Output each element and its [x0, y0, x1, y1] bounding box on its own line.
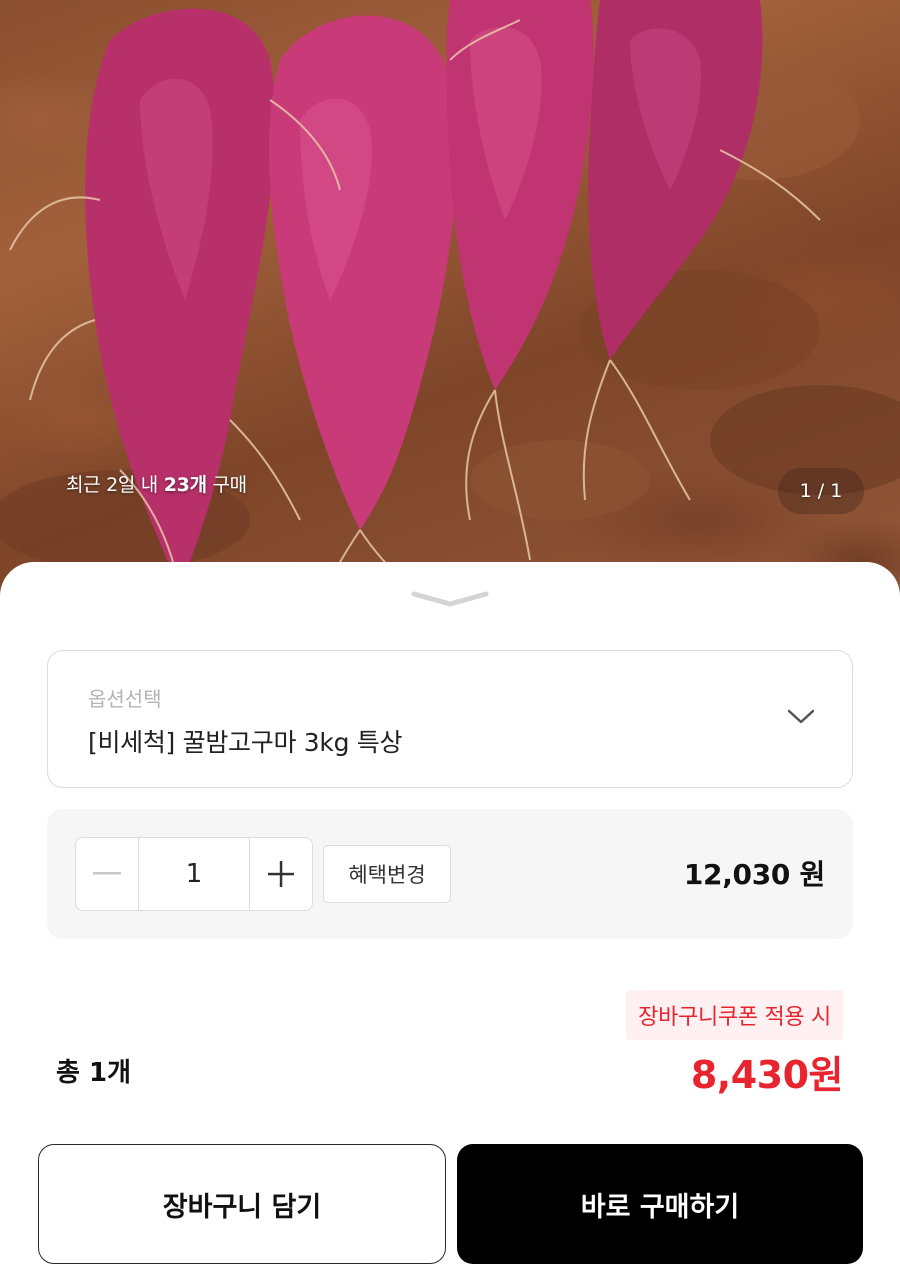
chevron-down-icon — [411, 591, 489, 607]
minus-icon — [93, 872, 121, 875]
change-benefit-button[interactable]: 혜택변경 — [323, 845, 451, 903]
image-page-indicator: 1 / 1 — [778, 468, 864, 514]
recent-purchase-count: 23개 — [163, 474, 207, 496]
quantity-value[interactable]: 1 — [138, 838, 250, 910]
line-item-price: 12,030 원 — [683, 858, 825, 891]
recent-purchase-suffix: 구매 — [206, 474, 248, 496]
product-image[interactable]: 최근 2일 내 23개 구매 1 / 1 — [0, 0, 900, 600]
recent-purchase-badge: 최근 2일 내 23개 구매 — [66, 470, 247, 497]
option-selected-value: [비세척] 꿀밤고구마 3kg 특상 — [88, 728, 403, 757]
total-price: 8,430원 — [690, 1053, 844, 1097]
quantity-stepper: 1 — [75, 837, 313, 911]
add-to-cart-button[interactable]: 장바구니 담기 — [38, 1144, 446, 1264]
recent-purchase-prefix: 최근 2일 내 — [66, 474, 164, 496]
decrease-quantity-button[interactable] — [76, 838, 138, 910]
cart-coupon-badge: 장바구니쿠폰 적용 시 — [626, 990, 843, 1040]
product-option-sheet-screen: 최근 2일 내 23개 구매 1 / 1 옵션선택 [비세척] 꿀밤고구마 3k… — [0, 0, 900, 1278]
chevron-down-icon — [787, 709, 815, 724]
total-quantity: 총 1개 — [56, 1058, 131, 1088]
option-select-dropdown[interactable]: 옵션선택 [비세척] 꿀밤고구마 3kg 특상 — [47, 650, 853, 788]
sweet-potato-illustration — [0, 0, 900, 600]
increase-quantity-button[interactable] — [250, 838, 312, 910]
option-select-label: 옵션선택 — [88, 687, 162, 711]
collapse-sheet-handle[interactable] — [410, 588, 490, 610]
quantity-panel: 1 혜택변경 12,030 원 — [47, 809, 853, 939]
option-bottom-sheet: 옵션선택 [비세척] 꿀밤고구마 3kg 특상 1 혜택변경 12,030 원 … — [0, 562, 900, 1278]
plus-icon — [268, 861, 294, 887]
buy-now-button[interactable]: 바로 구매하기 — [457, 1144, 863, 1264]
